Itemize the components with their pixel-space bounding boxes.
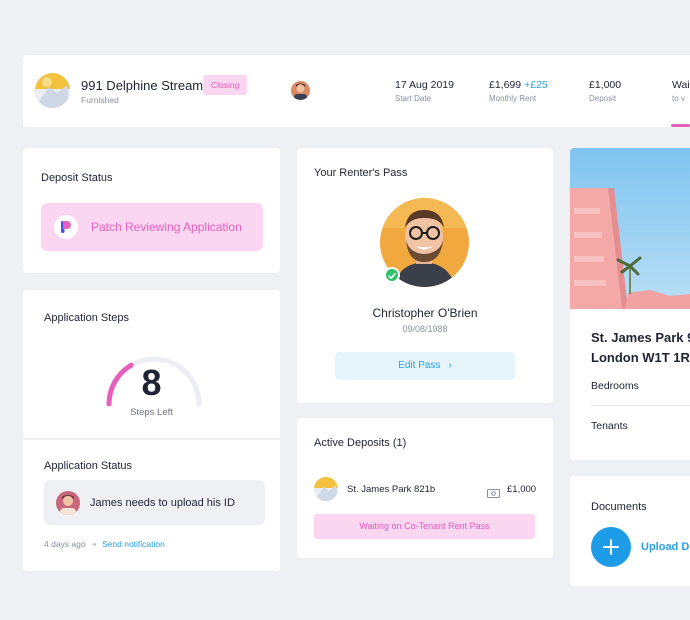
- status-badge: Closing: [203, 75, 248, 95]
- status-message: James needs to upload his ID: [90, 497, 235, 509]
- verified-check-icon: [384, 267, 400, 283]
- chevron-right-icon: ›: [448, 360, 452, 371]
- cash-icon: [487, 485, 500, 503]
- renter-name: Christopher O'Brien: [372, 306, 478, 320]
- active-deposits-card: Active Deposits (1) St. James Park 821b …: [297, 418, 553, 558]
- steps-left-count: 8: [141, 362, 162, 403]
- documents-card: Documents Upload D: [570, 476, 690, 586]
- application-status-card: Application Status James needs to upload…: [23, 440, 280, 571]
- patch-logo-icon: [54, 215, 78, 239]
- james-avatar: [56, 491, 80, 515]
- patch-status-text: Patch Reviewing Application: [91, 220, 242, 234]
- renter-pass-card: Your Renter's Pass Christopher O'Brien 0…: [297, 148, 553, 403]
- property-thumbnail[interactable]: [35, 73, 70, 108]
- application-status-title: Application Status: [44, 460, 133, 472]
- monthly-rent-label: Monthly Rent: [489, 94, 537, 103]
- property-divider: [591, 405, 690, 406]
- waiting-stat: Wai to v: [672, 79, 690, 103]
- rent-increase: +£25: [524, 79, 548, 91]
- steps-left-label: Steps Left: [130, 407, 173, 418]
- waiting-status-pill: Waiting on Co-Tenant Rent Pass: [314, 514, 535, 539]
- upload-document-link[interactable]: Upload D: [641, 541, 689, 553]
- property-address-line1: St. James Park 9: [591, 330, 690, 345]
- property-address: St. James Park 9 London W1T 1RJ: [591, 328, 690, 368]
- edit-pass-label: Edit Pass: [398, 360, 441, 371]
- plus-icon: [603, 539, 619, 555]
- deposit-status-card: Deposit Status Patch Reviewing Applicati…: [23, 148, 280, 273]
- start-date-stat: 17 Aug 2019 Start Date: [395, 79, 454, 103]
- property-address-line2: London W1T 1RJ: [591, 350, 690, 365]
- property-photo: [570, 148, 690, 309]
- add-document-button[interactable]: [591, 527, 631, 567]
- application-steps-card: Application Steps 8 Steps Left: [23, 290, 280, 438]
- bedrooms-label: Bedrooms: [591, 380, 639, 392]
- status-message-pill[interactable]: James needs to upload his ID: [44, 480, 265, 525]
- property-subtitle: Furnished: [81, 95, 119, 105]
- send-notification-link[interactable]: Send notification: [102, 539, 165, 549]
- renter-dob: 09/08/1988: [402, 324, 448, 334]
- tenant-avatar[interactable]: [291, 81, 310, 100]
- property-title: 991 Delphine Stream: [81, 78, 204, 93]
- edit-pass-button[interactable]: Edit Pass ›: [335, 352, 515, 380]
- waiting-value: Wai: [672, 79, 690, 91]
- renter-pass-title: Your Renter's Pass: [314, 167, 408, 179]
- start-date-value: 17 Aug 2019: [395, 79, 454, 91]
- property-card[interactable]: St. James Park 9 London W1T 1RJ Bedrooms…: [570, 148, 690, 460]
- application-steps-title: Application Steps: [44, 312, 129, 324]
- deposit-status-title: Deposit Status: [41, 172, 113, 184]
- waiting-label: to v: [672, 94, 685, 103]
- monthly-rent-stat: £1,699 +£25 Monthly Rent: [489, 79, 548, 103]
- separator-dot: [93, 543, 96, 546]
- deposit-item-name[interactable]: St. James Park 821b: [347, 484, 435, 495]
- monthly-rent-value: £1,699: [489, 79, 522, 91]
- deposit-stat: £1,000 Deposit: [589, 79, 621, 103]
- property-header-bar: 991 Delphine Stream Furnished Closing 17…: [23, 55, 690, 127]
- status-time: 4 days ago: [44, 539, 86, 549]
- deposit-item-amount: £1,000: [507, 484, 537, 495]
- documents-title: Documents: [591, 501, 647, 513]
- deposit-label: Deposit: [589, 94, 617, 103]
- active-deposits-title: Active Deposits (1): [314, 437, 407, 449]
- deposit-value: £1,000: [589, 79, 622, 91]
- deposit-property-thumbnail: [314, 477, 338, 501]
- active-tab-indicator: [671, 124, 690, 127]
- start-date-label: Start Date: [395, 94, 432, 103]
- patch-status-pill[interactable]: Patch Reviewing Application: [41, 203, 263, 251]
- tenants-label: Tenants: [591, 420, 628, 432]
